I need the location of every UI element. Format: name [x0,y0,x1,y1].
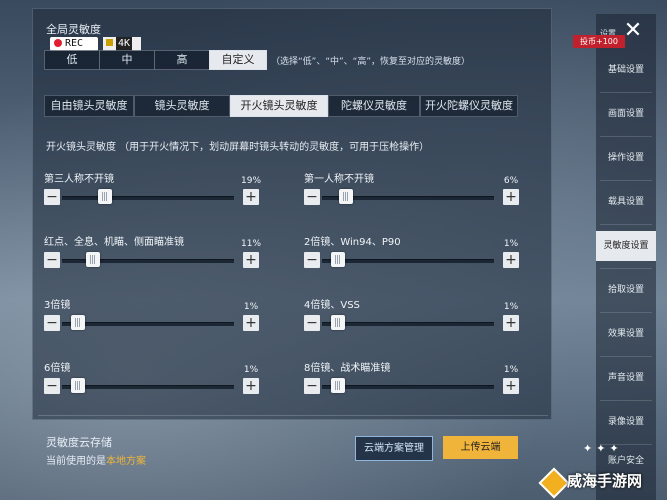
sidebar-divider [600,92,652,93]
upload-cloud-button[interactable]: 上传云端 [443,436,518,459]
minus-button[interactable]: − [304,252,320,268]
sidebar-item[interactable]: 灵敏度设置 [596,231,656,261]
gem-icon [538,467,570,499]
sidebar-item[interactable]: 效果设置 [596,319,656,349]
quality-icon [106,39,113,46]
sidebar-item[interactable]: 操作设置 [596,143,656,173]
minus-button[interactable]: − [44,189,60,205]
preset-hint: （选择“低”、“中”、“高”，恢复至对应的灵敏度） [271,57,470,67]
sidebar-item[interactable]: 画面设置 [596,99,656,129]
record-dot-icon [54,39,62,47]
tab-camera[interactable]: 镜头灵敏度 [134,95,230,117]
slider-track[interactable] [322,385,494,389]
slider-thumb[interactable] [71,378,86,393]
slider-value: 6% [503,176,519,186]
slider-thumb[interactable] [338,189,353,204]
plus-button[interactable]: + [243,315,259,331]
tab-fire-camera[interactable]: 开火镜头灵敏度 [230,95,328,117]
plus-button[interactable]: + [503,378,519,394]
slider-value: 1% [503,239,519,249]
minus-button[interactable]: − [304,378,320,394]
sparkle-icon: ✦✦✦ [583,442,623,455]
minus-button[interactable]: − [44,378,60,394]
watermark-logo: 威海手游网 [538,466,667,500]
sidebar-divider [600,400,652,401]
slider-thumb[interactable] [331,378,346,393]
minus-button[interactable]: − [304,189,320,205]
sidebar-item[interactable]: 声音设置 [596,363,656,393]
slider-track[interactable] [62,196,234,200]
cloud-manage-button[interactable]: 云端方案管理 [355,436,433,461]
slider-value: 1% [503,302,519,312]
section-description: 开火镜头灵敏度 （用于开火情况下，划动屏幕时镜头转动的灵敏度，可用于压枪操作） [46,142,430,153]
slider-thumb[interactable] [98,189,113,204]
global-sensitivity-title: 全局灵敏度 [46,23,101,36]
current-scheme: 当前使用的是本地方案 [46,452,146,467]
preset-low[interactable]: 低 [44,50,100,70]
tab-fire-gyroscope[interactable]: 开火陀螺仪灵敏度 [420,95,518,117]
current-value: 本地方案 [106,456,146,467]
sidebar-divider [600,312,652,313]
divider [38,415,548,416]
slider-thumb[interactable] [86,252,101,267]
slider-value: 1% [243,302,259,312]
plus-button[interactable]: + [503,189,519,205]
sidebar-item[interactable]: 拾取设置 [596,275,656,305]
quality-indicator: 4K [103,37,141,51]
slider-thumb[interactable] [331,252,346,267]
rec-label: REC [65,38,84,49]
slider-label: 2倍镜、Win94、P90 [304,237,401,248]
sidebar-item[interactable]: 基础设置 [596,55,656,85]
slider-value: 1% [503,365,519,375]
sidebar-item[interactable]: 载具设置 [596,187,656,217]
close-icon[interactable]: ✕ [622,20,644,42]
preset-high[interactable]: 高 [154,50,210,70]
cloud-storage-title: 灵敏度云存储 [46,436,112,449]
sidebar-item[interactable]: 录像设置 [596,407,656,437]
sidebar-divider [600,224,652,225]
plus-button[interactable]: + [243,189,259,205]
sidebar-divider [600,136,652,137]
sidebar-divider [600,268,652,269]
slider-value: 11% [241,239,262,249]
slider-track[interactable] [322,259,494,263]
quality-label: 4K [116,37,133,51]
minus-button[interactable]: − [44,252,60,268]
slider-label: 4倍镜、VSS [304,300,360,311]
plus-button[interactable]: + [243,378,259,394]
slider-track[interactable] [62,385,234,389]
tab-gyroscope[interactable]: 陀螺仪灵敏度 [328,95,420,117]
slider-label: 第三人称不开镜 [44,174,114,185]
slider-thumb[interactable] [71,315,86,330]
slider-label: 8倍镜、战术瞄准镜 [304,363,391,374]
slider-label: 3倍镜 [44,300,71,311]
slider-thumb[interactable] [331,315,346,330]
rec-indicator: REC [50,37,98,51]
preset-custom[interactable]: 自定义 [209,50,267,70]
slider-label: 第一人称不开镜 [304,174,374,185]
preset-mid[interactable]: 中 [99,50,155,70]
plus-button[interactable]: + [243,252,259,268]
slider-value: 19% [241,176,262,186]
minus-button[interactable]: − [304,315,320,331]
coin-badge: 投币+100 [573,35,625,48]
slider-label: 6倍镜 [44,363,71,374]
watermark-text: 威海手游网 [567,472,643,490]
current-prefix: 当前使用的是 [46,456,106,467]
plus-button[interactable]: + [503,315,519,331]
tab-free-camera[interactable]: 自由镜头灵敏度 [44,95,134,117]
plus-button[interactable]: + [503,252,519,268]
sidebar-divider [600,356,652,357]
slider-track[interactable] [62,322,234,326]
minus-button[interactable]: − [44,315,60,331]
sidebar-divider [600,180,652,181]
slider-value: 1% [243,365,259,375]
slider-label: 红点、全息、机瞄、侧面瞄准镜 [44,237,184,248]
slider-track[interactable] [322,322,494,326]
